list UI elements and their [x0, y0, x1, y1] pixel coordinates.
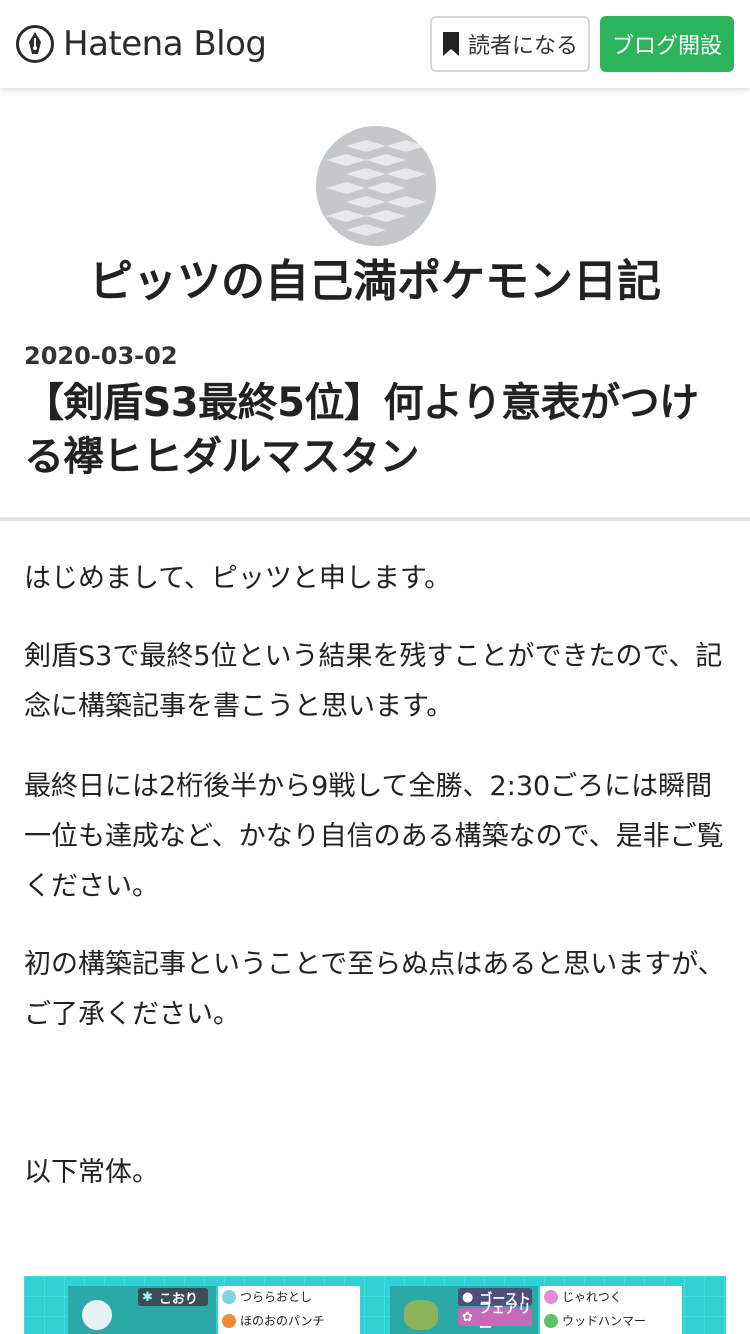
paragraph-intro: はじめまして、ピッツと申します。 [24, 563, 452, 594]
open-blog-button-label: ブログ開設 [611, 34, 722, 59]
top-navigation-bar: Hatena Blog 読者になる ブログ開設 [0, 0, 750, 88]
type-badge-label: フェアリー [478, 1302, 531, 1334]
header-divider [0, 517, 750, 521]
open-blog-button[interactable]: ブログ開設 [600, 16, 734, 72]
blog-title[interactable]: ピッツの自己満ポケモン日記 [0, 252, 750, 312]
subscribe-button-label: 読者になる [467, 34, 578, 59]
pen-nib-icon [16, 25, 54, 63]
ice-type-icon [222, 1289, 236, 1304]
move-item: つららおとし [222, 1288, 312, 1305]
pokemon-sprite-icon [404, 1300, 438, 1330]
paragraph-result: 剣盾S3で最終5位という結果を残すことができたので、記念に構築記事を書こうと思い… [24, 641, 723, 722]
entry-date[interactable]: 2020-03-02 [24, 342, 178, 370]
move-list-left: つららおとし ほのおのパンチ [218, 1286, 360, 1334]
pokemon-sprite-icon [82, 1300, 112, 1330]
paragraph-note: 初の構築記事ということで至らぬ点はあると思いますが、ご了承ください。 [24, 949, 725, 1030]
fairy-icon: ✿ [462, 1309, 473, 1325]
logo-text: Hatena Blog [63, 24, 267, 64]
grass-type-icon [544, 1313, 558, 1328]
type-badge-label: こおり [158, 1291, 198, 1307]
move-label: ほのおのパンチ [240, 1314, 325, 1328]
pokemon-card-left: ✱ こおり [68, 1286, 216, 1334]
fire-type-icon [222, 1313, 236, 1328]
move-label: つららおとし [240, 1290, 313, 1304]
party-image[interactable]: ✱ こおり つららおとし ほのおのパンチ ● ゴースト ✿ フェアリー じゃれつ… [24, 1276, 726, 1334]
fairy-type-icon [544, 1289, 558, 1304]
move-item: じゃれつく [544, 1288, 622, 1305]
subscribe-button[interactable]: 読者になる [430, 16, 590, 72]
hatena-blog-logo[interactable]: Hatena Blog [16, 20, 267, 68]
move-item: ウッドハンマー [544, 1312, 646, 1329]
entry-title[interactable]: 【剣盾S3最終5位】何より意表がつける襷ヒヒダルマスタン [24, 376, 724, 484]
paragraph-final-day: 最終日には2桁後半から9戦して全勝、2:30ごろには瞬間一位も達成など、かなり自… [24, 771, 724, 902]
paragraph-style-note: 以下常体。 [24, 1157, 159, 1188]
type-badge-ice: ✱ こおり [138, 1288, 208, 1307]
ghost-icon: ● [462, 1289, 474, 1305]
move-label: ウッドハンマー [562, 1314, 647, 1328]
snowflake-icon: ✱ [142, 1289, 153, 1305]
move-item: ほのおのパンチ [222, 1312, 325, 1329]
bookmark-icon [442, 32, 459, 56]
move-list-right: じゃれつく ウッドハンマー [540, 1286, 682, 1334]
pokemon-card-right: ● ゴースト ✿ フェアリー [390, 1286, 538, 1334]
blog-avatar[interactable] [316, 126, 436, 246]
move-label: じゃれつく [562, 1290, 622, 1304]
type-badge-fairy: ✿ フェアリー [458, 1302, 532, 1334]
